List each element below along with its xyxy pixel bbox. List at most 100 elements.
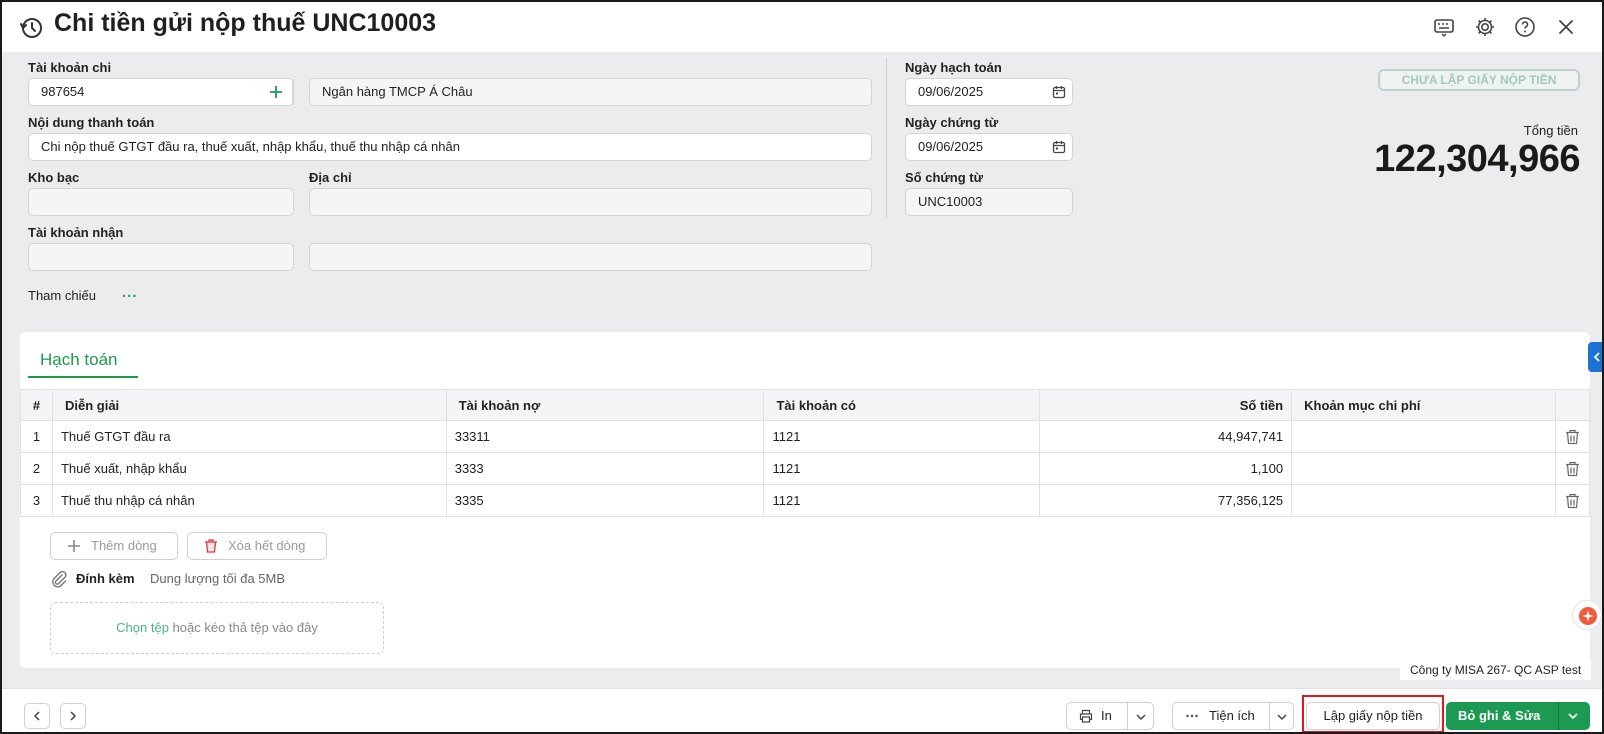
address-field[interactable] [309, 188, 872, 216]
row-debit-account[interactable]: 3333 [445, 452, 765, 485]
choose-file-link[interactable]: Chọn tệp [116, 620, 169, 635]
column-header: Tài khoản nợ [445, 389, 765, 421]
add-row-button[interactable]: Thêm dòng [50, 532, 178, 560]
delete-row-button[interactable] [1554, 452, 1591, 485]
help-icon[interactable] [1514, 16, 1536, 38]
total-label: Tổng tiền [1523, 123, 1578, 138]
gear-icon[interactable] [1474, 16, 1496, 38]
table-row[interactable]: 1 Thuế GTGT đầu ra 33311 1121 44,947,741 [20, 420, 1591, 453]
tab-accounting[interactable]: Hạch toán [40, 350, 118, 370]
receive-account-name-field[interactable] [309, 243, 872, 271]
chevron-down-icon[interactable] [1134, 710, 1148, 724]
bank-name-field[interactable]: Ngân hàng TMCP Á Châu [309, 78, 872, 106]
voucher-date-value: 09/06/2025 [918, 139, 984, 154]
treasury-field[interactable] [28, 188, 294, 216]
row-description[interactable]: Thuế GTGT đầu ra [51, 420, 447, 453]
voucher-date-label: Ngày chứng từ [905, 115, 999, 130]
print-label: In [1101, 708, 1112, 723]
delete-all-rows-label: Xóa hết dòng [228, 538, 306, 553]
divider [1558, 702, 1559, 730]
account-combobox[interactable]: 987654 [28, 78, 294, 106]
accounting-table: # Diễn giải Tài khoản nợ Tài khoản có Số… [20, 389, 1591, 517]
trash-icon[interactable] [1565, 493, 1580, 509]
unpost-edit-label: Bỏ ghi & Sửa [1458, 708, 1541, 723]
account-value: 987654 [41, 84, 85, 99]
assistant-button[interactable] [1572, 600, 1602, 630]
next-button[interactable] [60, 703, 86, 729]
delete-all-rows-button[interactable]: Xóa hết dòng [187, 532, 327, 560]
status-badge: CHƯA LẬP GIẤY NỘP TIỀN [1378, 69, 1580, 91]
posting-date-field[interactable]: 09/06/2025 [905, 78, 1073, 106]
row-amount[interactable]: 77,356,125 [1039, 484, 1293, 517]
row-credit-account[interactable]: 1121 [763, 420, 1041, 453]
trash-icon[interactable] [1565, 429, 1580, 445]
address-label: Địa chỉ [309, 170, 352, 185]
delete-row-button[interactable] [1554, 420, 1591, 453]
table-row[interactable]: 3 Thuế thu nhập cá nhân 3335 1121 77,356… [20, 484, 1591, 517]
content-field[interactable]: Chi nộp thuế GTGT đầu ra, thuế xuất, nhậ… [28, 133, 872, 161]
row-cost-item[interactable] [1291, 420, 1556, 453]
voucher-no-label: Số chứng từ [905, 170, 984, 185]
file-dropzone[interactable]: Chọn tệp hoặc kéo thả tệp vào đây [50, 602, 384, 654]
row-amount[interactable]: 1,100 [1039, 452, 1293, 485]
row-debit-account[interactable]: 33311 [445, 420, 765, 453]
row-cost-item[interactable] [1291, 452, 1556, 485]
voucher-no-field[interactable]: UNC10003 [905, 188, 1073, 216]
account-label: Tài khoản chi [28, 60, 112, 75]
close-icon[interactable] [1555, 16, 1577, 38]
trash-icon [205, 539, 217, 553]
footer-toolbar: In Tiện ích Lập giấy nộp tiền Bỏ ghi & S… [2, 688, 1602, 732]
history-icon[interactable] [18, 14, 44, 40]
paperclip-icon [52, 570, 67, 588]
chevron-right-icon [70, 711, 77, 721]
table-row[interactable]: 2 Thuế xuất, nhập khẩu 3333 1121 1,100 [20, 452, 1591, 485]
chevron-left-icon [33, 711, 40, 721]
table-header-row: # Diễn giải Tài khoản nợ Tài khoản có Số… [20, 389, 1591, 421]
row-description[interactable]: Thuế xuất, nhập khẩu [51, 452, 447, 485]
add-row-label: Thêm dòng [91, 538, 157, 553]
row-description[interactable]: Thuế thu nhập cá nhân [51, 484, 447, 517]
row-credit-account[interactable]: 1121 [763, 452, 1041, 485]
row-number: 1 [20, 420, 53, 453]
previous-button[interactable] [24, 703, 50, 729]
row-amount[interactable]: 44,947,741 [1039, 420, 1293, 453]
divider [292, 79, 293, 105]
print-button[interactable]: In [1066, 702, 1154, 730]
plus-icon [68, 540, 80, 552]
receive-account-label: Tài khoản nhận [28, 225, 124, 240]
sparkle-icon [1579, 607, 1597, 625]
divider [1269, 703, 1270, 729]
divider [886, 58, 887, 218]
calendar-icon[interactable] [1052, 85, 1066, 99]
highlight-box [1302, 695, 1444, 732]
delete-row-button[interactable] [1554, 484, 1591, 517]
chevron-down-icon[interactable] [1566, 709, 1580, 723]
side-panel-toggle[interactable] [1588, 342, 1602, 372]
row-cost-item[interactable] [1291, 484, 1556, 517]
trash-icon[interactable] [1565, 461, 1580, 477]
attach-label: Đính kèm [76, 571, 135, 586]
header: Chi tiền gửi nộp thuế UNC10003 [2, 2, 1602, 52]
window: Chi tiền gửi nộp thuế UNC10003 Tài khoản… [0, 0, 1604, 734]
posting-date-value: 09/06/2025 [918, 84, 984, 99]
content-label: Nội dung thanh toán [28, 115, 155, 130]
utilities-button[interactable]: Tiện ích [1172, 702, 1294, 730]
accounting-panel: Hạch toán # Diễn giải Tài khoản nợ Tài k… [20, 332, 1591, 668]
total-value: 122,304,966 [1374, 138, 1580, 180]
row-debit-account[interactable]: 3335 [445, 484, 765, 517]
reference-more-button[interactable]: ... [122, 284, 138, 301]
receive-account-field[interactable] [28, 243, 294, 271]
plus-icon[interactable] [269, 85, 283, 99]
calendar-icon[interactable] [1052, 140, 1066, 154]
posting-date-label: Ngày hạch toán [905, 60, 1002, 75]
keyboard-icon[interactable] [1433, 16, 1455, 38]
treasury-label: Kho bạc [28, 170, 80, 185]
chevron-down-icon[interactable] [1275, 710, 1289, 724]
voucher-date-field[interactable]: 09/06/2025 [905, 133, 1073, 161]
column-header: Diễn giải [51, 389, 447, 421]
column-header: # [20, 389, 53, 421]
column-header [1554, 389, 1591, 421]
row-credit-account[interactable]: 1121 [763, 484, 1041, 517]
unpost-edit-button[interactable]: Bỏ ghi & Sửa [1446, 702, 1590, 730]
printer-icon [1079, 709, 1093, 723]
